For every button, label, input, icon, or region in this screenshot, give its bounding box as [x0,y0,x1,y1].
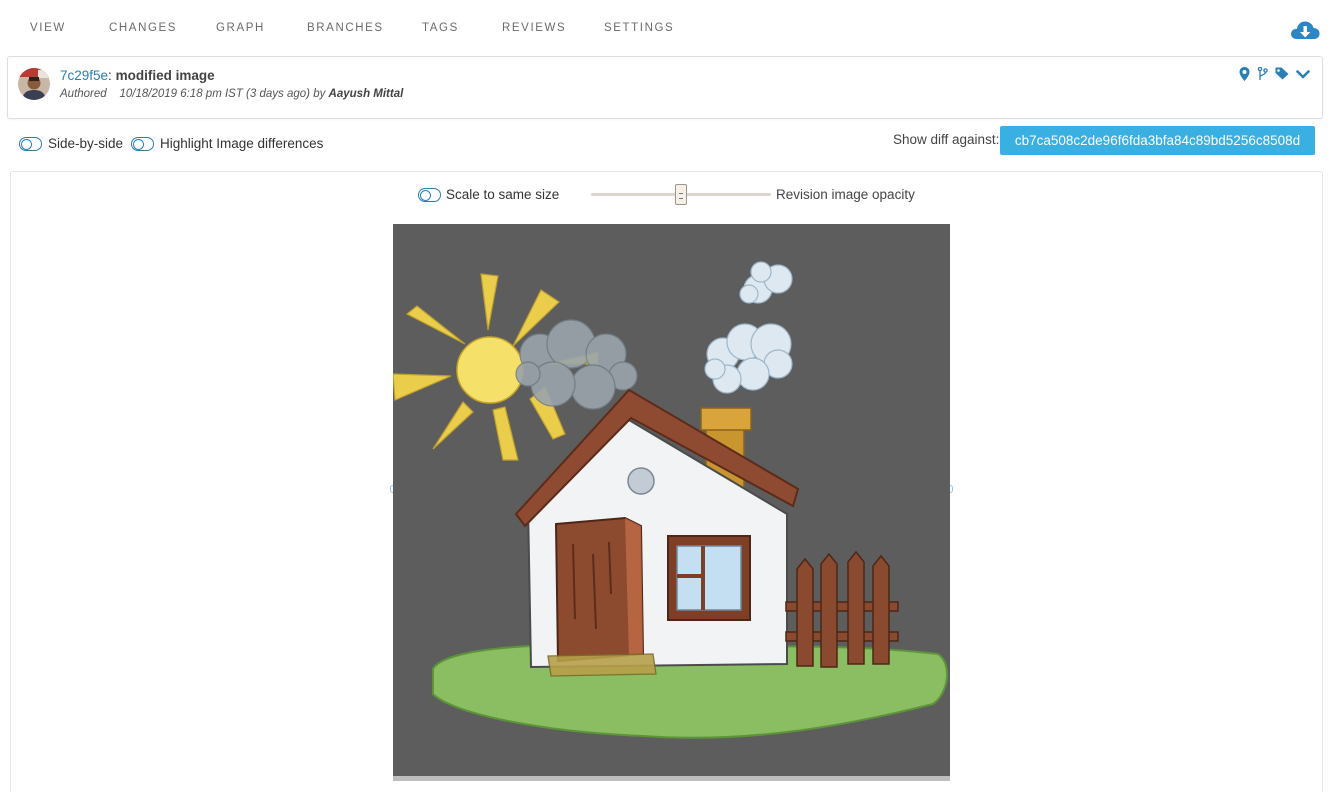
side-by-side-option: Side-by-side [19,136,123,151]
commit-date: 10/18/2019 6:18 pm IST (3 days ago) [119,88,310,100]
authored-label: Authored [60,88,107,100]
highlight-toggle[interactable] [131,136,154,151]
opacity-slider-handle[interactable] [675,184,687,205]
commit-author[interactable]: Aayush Mittal [329,88,404,100]
scale-option: Scale to same size [418,187,559,202]
canvas-bottom-bar [393,776,950,781]
diff-image-canvas [393,224,950,781]
scale-label: Scale to same size [446,187,560,202]
commit-actions [1239,66,1310,86]
side-by-side-toggle[interactable] [19,136,42,151]
highlight-label: Highlight Image differences [160,136,324,151]
highlight-option: Highlight Image differences [131,136,323,151]
commit-header: 7c29f5e: modified image Authored 10/18/2… [7,56,1323,119]
tab-settings[interactable]: SETTINGS [604,22,674,34]
tab-view[interactable]: VIEW [30,22,66,34]
tab-graph[interactable]: GRAPH [216,22,265,34]
side-by-side-label: Side-by-side [48,136,124,151]
tab-reviews[interactable]: REVIEWS [502,22,566,34]
by-label: by [313,88,326,100]
commit-separator: : [108,68,112,83]
chevron-down-icon[interactable] [1296,67,1310,85]
cloud-download-icon[interactable] [1289,15,1321,45]
tag-icon[interactable] [1275,67,1289,85]
house-illustration [393,261,949,739]
diff-against-label: Show diff against: [893,132,1000,147]
scale-toggle[interactable] [418,187,441,202]
opacity-label: Revision image opacity [776,187,915,202]
commit-sha-link[interactable]: 7c29f5e [60,68,108,83]
diff-against-button[interactable]: cb7ca508c2de96f6fda3bfa84c89bd5256c8508d [1000,126,1315,155]
map-pin-icon[interactable] [1239,66,1250,86]
branch-icon[interactable] [1257,66,1268,86]
top-nav: VIEW CHANGES GRAPH BRANCHES TAGS REVIEWS… [0,0,1329,56]
tab-branches[interactable]: BRANCHES [307,22,384,34]
avatar[interactable] [18,68,50,100]
commit-message: modified image [115,68,215,83]
tab-changes[interactable]: CHANGES [109,22,177,34]
tab-tags[interactable]: TAGS [422,22,459,34]
